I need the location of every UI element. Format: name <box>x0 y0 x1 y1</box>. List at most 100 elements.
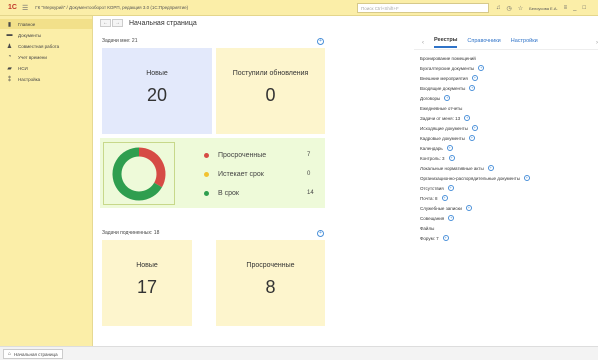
add-task-icon[interactable]: + <box>317 38 324 45</box>
legend-item-expiring[interactable]: Истекает срок 0 <box>204 169 324 179</box>
sidebar-item-label: Совместная работа <box>18 43 60 49</box>
tile-updates[interactable]: Поступили обновления 0 <box>216 48 325 134</box>
forward-button[interactable]: → <box>112 19 123 27</box>
sidebar-item-main[interactable]: ▮ Главное <box>0 19 92 29</box>
add-icon[interactable]: + <box>523 175 530 181</box>
tile-value: 20 <box>146 85 168 105</box>
register-item-label: Совещания <box>420 215 445 221</box>
chart-frame <box>103 142 175 205</box>
legend-dot <box>204 190 209 196</box>
register-item[interactable]: Входящие документы + <box>420 83 598 93</box>
add-icon[interactable]: + <box>442 235 449 241</box>
sidebar-item-label: Документы <box>18 32 42 38</box>
bell-icon[interactable]: ♫ <box>496 5 501 11</box>
add-icon[interactable]: + <box>447 185 454 191</box>
add-icon[interactable]: + <box>478 65 485 71</box>
menu-icon[interactable]: ☰ <box>22 4 28 12</box>
back-button[interactable]: ← <box>100 19 111 27</box>
chevron-left-icon[interactable]: ‹ <box>422 40 424 46</box>
add-icon[interactable]: + <box>444 95 451 101</box>
legend-label: Просроченные <box>218 151 267 159</box>
register-item[interactable]: Календарь + <box>420 143 598 153</box>
tile-new-tasks[interactable]: Новые 20 <box>102 48 212 134</box>
register-item-label: Бронирование помещений <box>420 55 476 61</box>
register-item[interactable]: Внешние мероприятия + <box>420 73 598 83</box>
people-icon: ♟ <box>6 43 13 50</box>
register-item[interactable]: Файлы <box>420 223 598 233</box>
legend-label: В срок <box>218 189 239 197</box>
star-icon[interactable]: ☆ <box>518 5 523 12</box>
register-item-label: Входящие документы <box>420 85 466 91</box>
add-icon[interactable]: + <box>471 125 478 131</box>
tab-settings[interactable]: Настройки <box>511 38 538 47</box>
register-item[interactable]: Бухгалтерские документы + <box>420 63 598 73</box>
register-item[interactable]: Отсутствия + <box>420 183 598 193</box>
add-icon[interactable]: + <box>471 75 478 81</box>
app-logo: 1С <box>8 4 17 11</box>
tab-catalogs[interactable]: Справочники <box>467 38 500 47</box>
user-name[interactable]: Белоусова Е.А. <box>529 6 557 11</box>
deadline-chart: Просроченные 7 Истекает срок 0 В срок 14 <box>100 138 325 208</box>
window-title: ГК "Меркурий" / Документооборот КОРП, ре… <box>35 5 189 10</box>
tab-registers[interactable]: Реестры <box>434 37 458 48</box>
sidebar-item-settings[interactable]: ⁑ Настройка <box>0 74 92 84</box>
register-item[interactable]: Бронирование помещений <box>420 53 598 63</box>
register-item-label: Кадровые документы <box>420 135 465 141</box>
tile-sub-overdue[interactable]: Просроченные 8 <box>216 240 325 326</box>
register-item[interactable]: Договоры + <box>420 93 598 103</box>
add-icon[interactable]: + <box>448 215 455 221</box>
register-item[interactable]: Организационно-распорядительные документ… <box>420 173 598 183</box>
register-item[interactable]: Почта: 8 + <box>420 193 598 203</box>
register-item[interactable]: Кадровые документы + <box>420 133 598 143</box>
register-item[interactable]: Задачи от меня: 13 + <box>420 113 598 123</box>
tile-value: 8 <box>265 277 276 297</box>
legend-item-overdue[interactable]: Просроченные 7 <box>204 150 324 160</box>
bottom-bar: ⌂ Начальная страница <box>0 346 598 360</box>
add-icon[interactable]: + <box>469 85 476 91</box>
donut-slice-0[interactable] <box>138 147 166 188</box>
register-item-label: Договоры <box>420 95 441 101</box>
open-tab-home[interactable]: ⌂ Начальная страница <box>3 349 63 359</box>
add-icon[interactable]: + <box>448 155 455 161</box>
register-item[interactable]: Локальные нормативные акты + <box>420 163 598 173</box>
add-icon[interactable]: + <box>446 145 453 151</box>
tasks-mine-label: Задачи мне: 21 <box>102 38 138 44</box>
tile-sub-new[interactable]: Новые 17 <box>102 240 192 326</box>
register-item-label: Почта: 8 <box>420 195 438 201</box>
history-icon[interactable]: ◷ <box>507 5 512 12</box>
settings-menu-icon[interactable]: ≡ <box>564 5 568 11</box>
minimize-icon[interactable]: _ <box>573 5 576 11</box>
add-icon[interactable]: + <box>465 205 472 211</box>
sidebar-item-label: Учет времени <box>18 54 47 60</box>
sidebar-item-time-tracking[interactable]: ◔ Учет времени <box>0 52 92 62</box>
add-sub-task-icon[interactable]: + <box>317 230 324 237</box>
tile-label: Новые <box>136 262 158 269</box>
add-icon[interactable]: + <box>468 135 475 141</box>
register-item[interactable]: Форум: 7 + <box>420 233 598 243</box>
register-item[interactable]: Совещания + <box>420 213 598 223</box>
home-icon: ⌂ <box>8 351 12 357</box>
register-item-label: Ежедневные отчеты <box>420 105 463 111</box>
register-item[interactable]: Служебные записки + <box>420 203 598 213</box>
register-item[interactable]: Ежедневные отчеты <box>420 103 598 113</box>
register-item-label: Файлы <box>420 225 435 231</box>
add-icon[interactable]: + <box>464 115 471 121</box>
register-item-label: Контроль: 3 <box>420 155 445 161</box>
register-item[interactable]: Исходящие документы + <box>420 123 598 133</box>
register-item-label: Форум: 7 <box>420 235 439 241</box>
register-item[interactable]: Контроль: 3 + <box>420 153 598 163</box>
search-input[interactable]: Поиск Ctrl+Shift+F <box>357 3 489 13</box>
legend-item-on-time[interactable]: В срок 14 <box>204 188 324 198</box>
add-icon[interactable]: + <box>487 165 494 171</box>
sidebar-item-collaboration[interactable]: ♟ Совместная работа <box>0 41 92 51</box>
donut-chart[interactable] <box>104 143 174 204</box>
register-item-label: Задачи от меня: 13 <box>420 115 461 121</box>
sidebar-item-label: Настройка <box>18 76 41 82</box>
add-icon[interactable]: + <box>441 195 448 201</box>
legend-label: Истекает срок <box>218 170 264 178</box>
sidebar-item-nsi[interactable]: ▰ НСИ <box>0 63 92 73</box>
clock-icon: ◔ <box>7 54 12 60</box>
maximize-icon[interactable]: □ <box>582 5 586 11</box>
sidebar-item-documents[interactable]: ▬ Документы <box>0 30 92 40</box>
title-bar-controls: ♫ ◷ ☆ Белоусова Е.А. ≡ _ □ <box>496 2 586 14</box>
